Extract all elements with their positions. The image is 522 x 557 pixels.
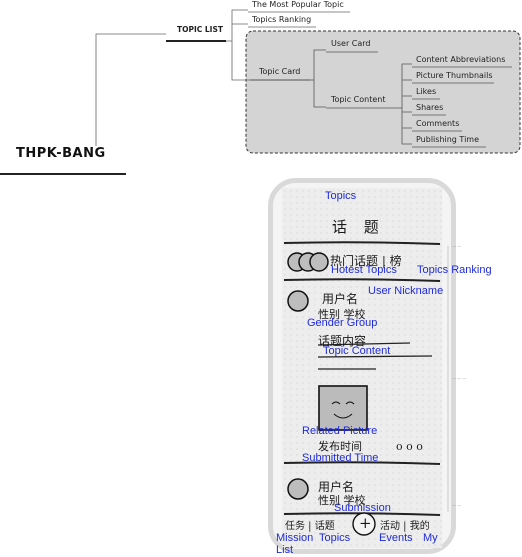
annotation-related-picture: Related Picture [302,425,378,437]
sketch-title: 话 题 [332,218,385,236]
sketch-more-dots: o o o [396,440,423,453]
user-avatar-2 [287,478,309,500]
sketch-strokes [283,241,449,536]
sketch-tab-right: 活动 | 我的 [380,521,430,532]
annotation-topics: Topics [325,190,357,202]
annotation-hotest-topics: Hotest Topics [331,264,397,276]
annotation-mission-list: Mission List [276,532,314,556]
annotation-topic-content: Topic Content [323,345,391,357]
sketch-username: 用户名 [322,292,359,306]
annotation-topics-ranking: Topics Ranking [417,264,492,276]
annotation-user-nickname: User Nickname [368,285,444,297]
user-avatar [287,290,309,312]
annotation-gender-group: Gender Group [307,317,378,329]
picture-thumbnail [318,385,368,431]
annotation-submitted-time: Submitted Time [302,452,379,464]
hot-avatar [309,252,329,272]
annotation-events: Events [379,532,413,544]
annotation-topics-tab: Topics [319,532,351,544]
annotation-submission: Submission [334,502,391,514]
annotation-my: My [423,532,438,544]
sketch-tab-left: 任务 | 话题 [285,521,335,532]
plus-icon: + [359,514,372,532]
